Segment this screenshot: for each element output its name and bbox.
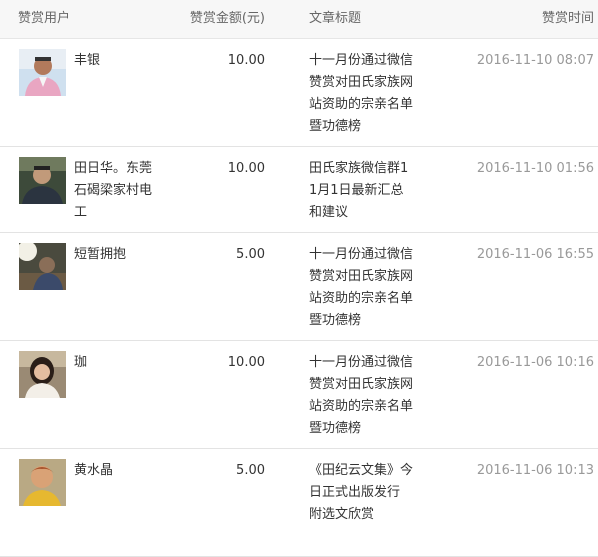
reward-time: 2016-11-06 16:55 <box>476 247 594 262</box>
table-row: 黄水晶 5.00 《田纪云文集》今日正式出版发行 附选文欣赏 2016-11-0… <box>0 449 598 557</box>
article-title-link[interactable]: 十一月份通过微信赞赏对田氏家族网站资助的宗亲名单暨功德榜 <box>309 352 415 440</box>
avatar-photo-icon <box>19 49 66 96</box>
reward-time: 2016-11-06 10:13 <box>476 463 594 478</box>
user-name[interactable]: 珈 <box>74 352 156 374</box>
article-title-link[interactable]: 田氏家族微信群11月1日最新汇总和建议 <box>309 158 415 224</box>
user-name[interactable]: 田日华。东莞石碣梁家村电工 <box>74 158 156 224</box>
reward-time: 2016-11-10 08:07 <box>476 53 594 68</box>
article-title-link[interactable]: 十一月份通过微信赞赏对田氏家族网站资助的宗亲名单暨功德榜 <box>309 50 415 138</box>
avatar[interactable] <box>19 49 66 96</box>
avatar-photo-icon <box>19 459 66 506</box>
table-row: 丰银 10.00 十一月份通过微信赞赏对田氏家族网站资助的宗亲名单暨功德榜 20… <box>0 39 598 147</box>
article-title-link[interactable]: 十一月份通过微信赞赏对田氏家族网站资助的宗亲名单暨功德榜 <box>309 244 415 332</box>
reward-amount: 10.00 <box>227 355 265 370</box>
table-row: 短暂拥抱 5.00 十一月份通过微信赞赏对田氏家族网站资助的宗亲名单暨功德榜 2… <box>0 233 598 341</box>
reward-amount: 5.00 <box>236 463 265 478</box>
avatar[interactable] <box>19 243 66 290</box>
avatar-photo-icon <box>19 157 66 204</box>
user-name[interactable]: 短暂拥抱 <box>74 244 156 266</box>
table-row: 珈 10.00 十一月份通过微信赞赏对田氏家族网站资助的宗亲名单暨功德榜 201… <box>0 341 598 449</box>
reward-table: 赞赏用户 赞赏金额(元) 文章标题 赞赏时间 丰银 10.00 十一月份通过微信… <box>0 0 598 557</box>
table-header: 赞赏用户 赞赏金额(元) 文章标题 赞赏时间 <box>0 0 598 39</box>
avatar[interactable] <box>19 157 66 204</box>
article-title-link[interactable]: 《田纪云文集》今日正式出版发行 附选文欣赏 <box>309 460 415 526</box>
avatar-photo-icon <box>19 243 66 290</box>
user-name[interactable]: 黄水晶 <box>74 460 156 482</box>
avatar-photo-icon <box>19 351 66 398</box>
user-name[interactable]: 丰银 <box>74 50 156 72</box>
reward-amount: 10.00 <box>227 53 265 68</box>
avatar[interactable] <box>19 459 66 506</box>
header-time: 赞赏时间 <box>541 11 594 26</box>
header-user: 赞赏用户 <box>18 11 71 26</box>
reward-time: 2016-11-06 10:16 <box>476 355 594 370</box>
table-row: 田日华。东莞石碣梁家村电工 10.00 田氏家族微信群11月1日最新汇总和建议 … <box>0 147 598 233</box>
reward-amount: 10.00 <box>227 161 265 176</box>
header-title: 文章标题 <box>309 11 362 26</box>
header-amount: 赞赏金额(元) <box>189 11 265 26</box>
reward-amount: 5.00 <box>236 247 265 262</box>
avatar[interactable] <box>19 351 66 398</box>
reward-time: 2016-11-10 01:56 <box>476 161 594 176</box>
